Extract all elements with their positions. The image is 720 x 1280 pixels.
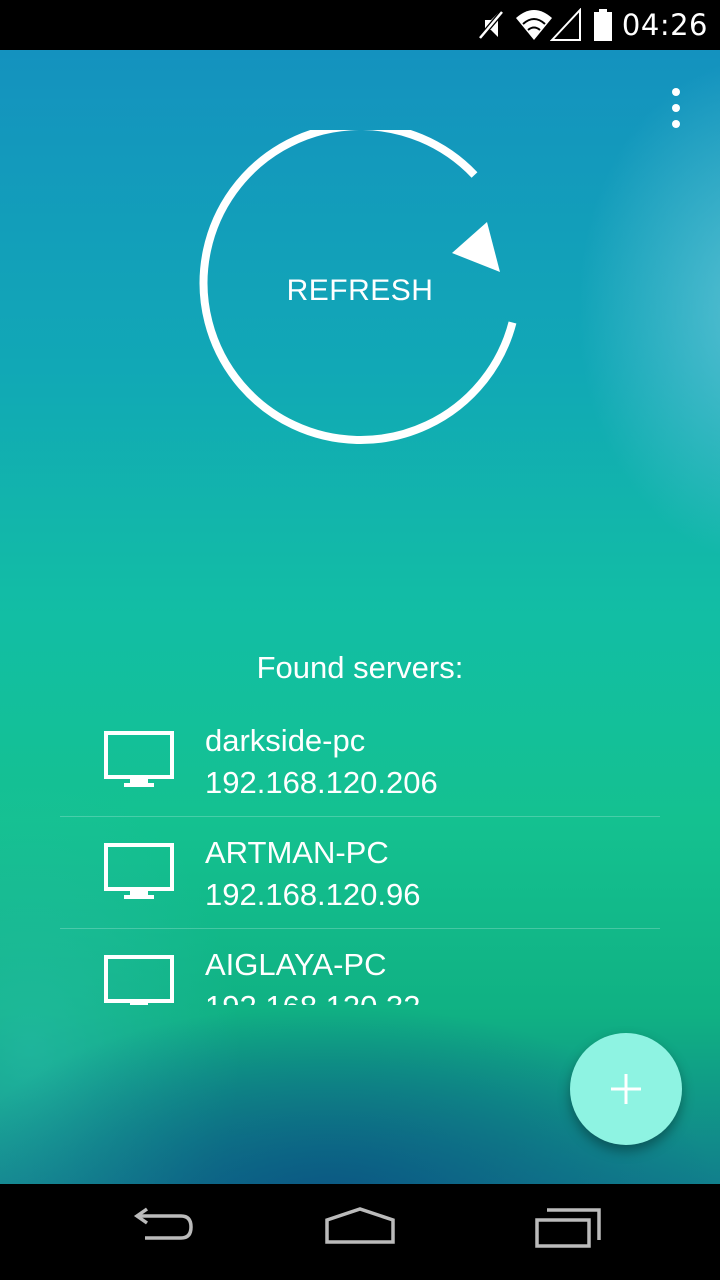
add-server-fab[interactable] (570, 1033, 682, 1145)
server-name: AIGLAYA-PC (205, 947, 387, 982)
plus-icon (611, 1074, 641, 1104)
phone-screen: 04:26 REFRESH Found servers: darkside-pc… (0, 0, 720, 1280)
monitor-icon (104, 955, 174, 1005)
signal-icon (549, 8, 581, 41)
wifi-icon (515, 10, 552, 40)
app-content: REFRESH Found servers: darkside-pc 192.1… (0, 50, 720, 1184)
refresh-label: REFRESH (286, 274, 434, 307)
home-icon (325, 1207, 395, 1244)
server-name: ARTMAN-PC (205, 835, 389, 870)
monitor-icon (104, 843, 174, 899)
more-vert-dot (672, 120, 680, 128)
recents-icon (535, 1208, 601, 1248)
more-vert-dot (672, 104, 680, 112)
home-button[interactable] (315, 1206, 405, 1258)
monitor-icon (104, 731, 174, 787)
server-item[interactable]: darkside-pc 192.168.120.206 (60, 705, 660, 817)
recents-button[interactable] (518, 1206, 608, 1258)
refresh-button[interactable]: REFRESH (195, 130, 525, 460)
server-ip: 192.168.120.96 (205, 877, 421, 912)
server-item[interactable]: AIGLAYA-PC 192.168.120.32 (60, 929, 660, 1005)
server-item[interactable]: ARTMAN-PC 192.168.120.96 (60, 817, 660, 929)
mute-icon (478, 10, 504, 40)
status-bar: 04:26 (0, 0, 720, 50)
navigation-bar (0, 1184, 720, 1280)
server-ip: 192.168.120.32 (205, 989, 421, 1005)
found-servers-title: Found servers: (256, 650, 464, 685)
overflow-menu-button[interactable] (662, 88, 690, 128)
clock: 04:26 (621, 8, 708, 42)
server-ip: 192.168.120.206 (205, 765, 438, 800)
battery-icon (593, 9, 612, 41)
back-button[interactable] (115, 1206, 205, 1258)
server-list: darkside-pc 192.168.120.206 ARTMAN-PC 19… (60, 705, 660, 1005)
status-icons: 04:26 (476, 0, 708, 50)
server-name: darkside-pc (205, 723, 366, 758)
back-icon (133, 1207, 193, 1240)
more-vert-icon (672, 88, 680, 96)
